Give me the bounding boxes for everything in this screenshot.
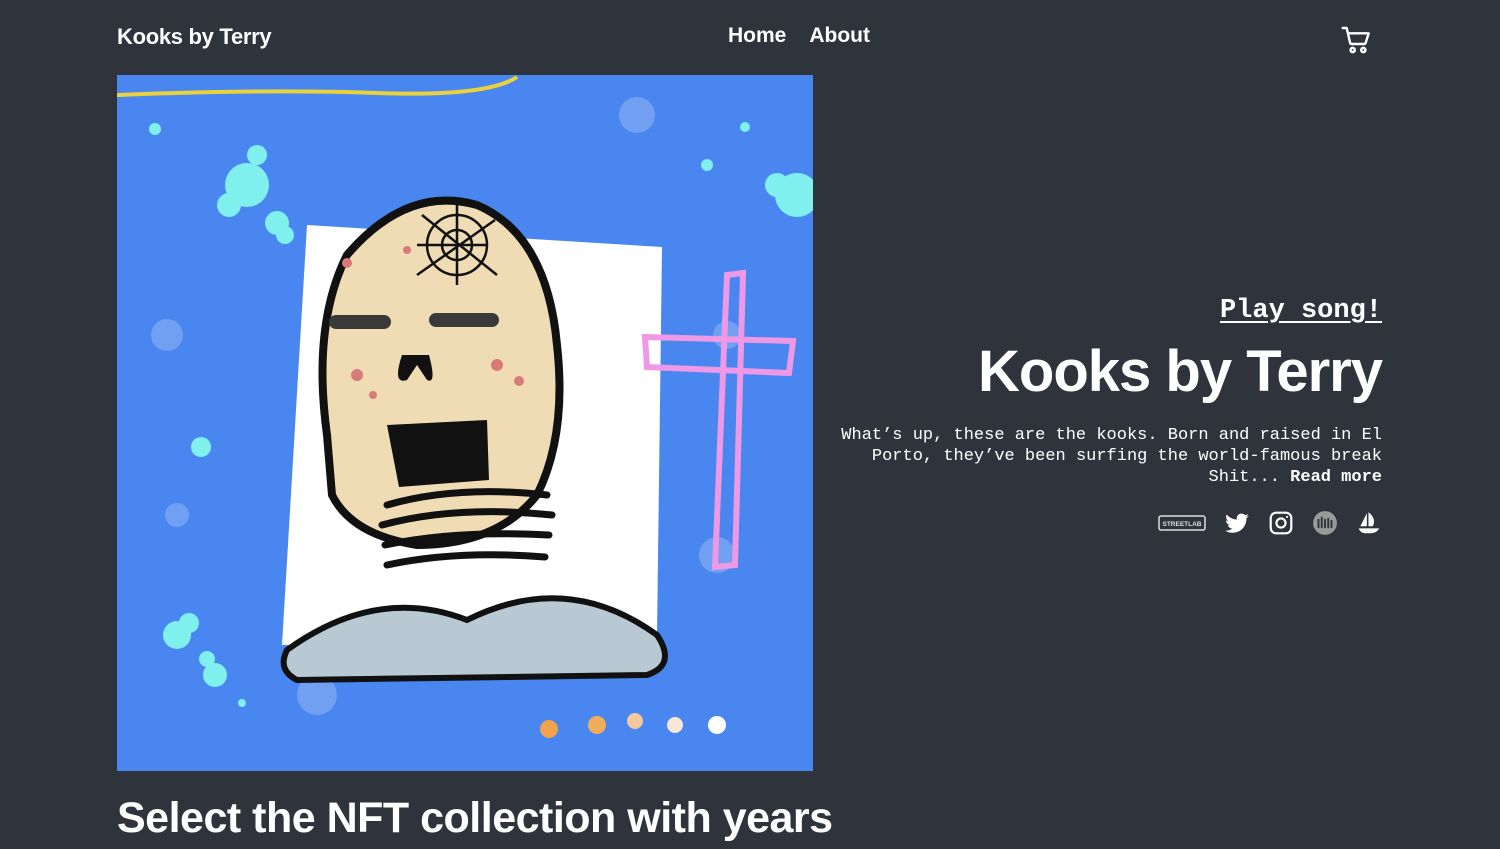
opensea-icon[interactable]: [1356, 510, 1382, 536]
instagram-icon[interactable]: [1268, 510, 1294, 536]
collection-heading: Select the NFT collection with years: [117, 794, 833, 842]
nav-about[interactable]: About: [809, 24, 870, 48]
hero-title: Kooks by Terry: [978, 339, 1383, 404]
hero-panel: Play song! Kooks by Terry What’s up, the…: [822, 296, 1383, 536]
hero-description: What’s up, these are the kooks. Born and…: [822, 425, 1382, 488]
shopping-cart-icon[interactable]: [1340, 24, 1372, 56]
streetlab-label: STREETLAB: [1163, 521, 1202, 528]
streetlab-icon[interactable]: STREETLAB: [1158, 514, 1206, 532]
play-song-link[interactable]: Play song!: [1220, 296, 1382, 326]
twitter-icon[interactable]: [1224, 510, 1250, 536]
brand-logo[interactable]: Kooks by Terry: [117, 24, 272, 50]
skull-nft-artwork[interactable]: [117, 75, 813, 771]
nav-home[interactable]: Home: [728, 24, 786, 48]
read-more-link[interactable]: Read more: [1290, 468, 1382, 487]
social-links: STREETLAB: [822, 510, 1382, 536]
main-nav: Home About: [728, 24, 870, 48]
metapond-icon[interactable]: [1312, 510, 1338, 536]
